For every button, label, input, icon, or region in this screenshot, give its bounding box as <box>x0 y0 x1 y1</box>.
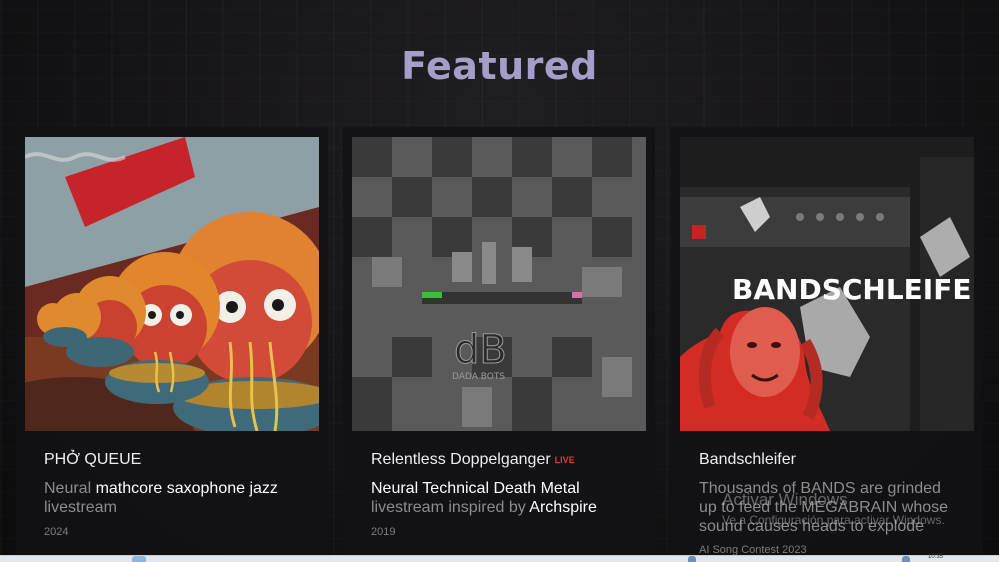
windows-activation-watermark: Activar Windows Ve a Configuración para … <box>722 490 945 527</box>
taskbar: 10:35 <box>0 554 999 562</box>
taskbar-clock[interactable]: 10:35 <box>928 554 943 560</box>
bandschleifer-art-title: BANDSCHLEIFER <box>732 273 974 306</box>
pho-queue-cover-art[interactable] <box>25 137 319 431</box>
card-year: 2019 <box>371 526 396 538</box>
featured-card-pho-queue[interactable]: PHỞ QUEUE Neural mathcore saxophone jazz… <box>16 127 328 557</box>
card-year: 2024 <box>44 526 69 538</box>
featured-heading: Featured <box>401 44 598 88</box>
taskbar-tray-icon[interactable] <box>688 556 696 562</box>
bandschleifer-cover-art[interactable]: BANDSCHLEIFER <box>680 137 974 431</box>
taskbar-app-icon[interactable] <box>132 556 146 562</box>
taskbar-network-icon[interactable] <box>902 556 910 562</box>
card-title-bandschleifer[interactable]: Bandschleifer <box>699 451 796 469</box>
live-badge: LIVE <box>554 455 575 465</box>
svg-text:DADA BOTS: DADA BOTS <box>452 372 505 382</box>
card-description: Neural mathcore saxophone jazz livestrea… <box>44 480 278 516</box>
card-title-relentless-doppelganger[interactable]: Relentless Doppelganger LIVE <box>371 451 575 469</box>
card-title-pho-queue[interactable]: PHỞ QUEUE <box>44 451 141 469</box>
svg-text:dB: dB <box>454 327 507 373</box>
card-description: Neural Technical Death Metal livestream … <box>371 480 597 516</box>
featured-card-relentless-doppelganger[interactable]: dB DADA BOTS Relentless Doppelganger LIVE… <box>343 127 655 557</box>
relentless-doppelganger-cover-art[interactable]: dB DADA BOTS <box>352 137 646 431</box>
